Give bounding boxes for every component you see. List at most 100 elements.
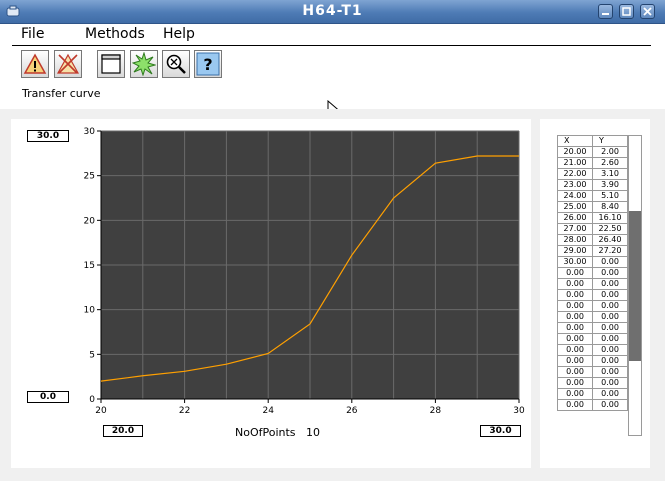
table-scrollbar[interactable] <box>628 135 642 436</box>
transfer-curve-chart[interactable]: 0 5 10 15 20 25 30 20 22 24 26 28 30 <box>60 125 530 425</box>
table-row[interactable]: 24.00 5.10 <box>557 190 628 202</box>
y-tick-label: 10 <box>84 306 96 316</box>
table-cell-y[interactable]: 0.00 <box>592 366 628 378</box>
table-cell-y[interactable]: 0.00 <box>592 344 628 356</box>
table-cell-x[interactable]: 0.00 <box>557 399 593 411</box>
table-cell-x[interactable]: 0.00 <box>557 388 593 400</box>
table-cell-x[interactable]: 0.00 <box>557 333 593 345</box>
table-row[interactable]: 0.00 0.00 <box>557 300 628 312</box>
minimize-button[interactable] <box>598 4 613 19</box>
table-cell-x[interactable]: 0.00 <box>557 322 593 334</box>
table-row[interactable]: 28.00 26.40 <box>557 234 628 246</box>
menu-file[interactable]: File <box>21 26 44 42</box>
table-row[interactable]: 0.00 0.00 <box>557 289 628 301</box>
table-row[interactable]: 27.00 22.50 <box>557 223 628 235</box>
menu-help[interactable]: Help <box>163 26 195 42</box>
table-scroll-thumb[interactable] <box>629 210 641 361</box>
table-cell-x[interactable]: 0.00 <box>557 267 593 279</box>
table-row[interactable]: 20.00 2.00 <box>557 146 628 158</box>
window-button[interactable] <box>97 50 125 78</box>
table-cell-y[interactable]: 0.00 <box>592 333 628 345</box>
close-button[interactable] <box>640 4 655 19</box>
x-axis-title-value: 10 <box>306 426 321 439</box>
table-cell-y[interactable]: 0.00 <box>592 377 628 389</box>
table-cell-x[interactable]: 23.00 <box>557 179 593 191</box>
table-cell-y[interactable]: 0.00 <box>592 355 628 367</box>
table-cell-y[interactable]: 26.40 <box>592 234 628 246</box>
table-cell-x[interactable]: 28.00 <box>557 234 593 246</box>
table-cell-y[interactable]: 3.10 <box>592 168 628 180</box>
table-row[interactable]: 0.00 0.00 <box>557 399 628 411</box>
table-cell-y[interactable]: 0.00 <box>592 289 628 301</box>
table-cell-y[interactable]: 0.00 <box>592 256 628 268</box>
x-tick-label: 20 <box>95 406 107 416</box>
table-cell-y[interactable]: 0.00 <box>592 311 628 323</box>
table-cell-x[interactable]: 27.00 <box>557 223 593 235</box>
clear-warning-button[interactable] <box>54 50 82 78</box>
table-row[interactable]: 0.00 0.00 <box>557 366 628 378</box>
table-cell-y[interactable]: 5.10 <box>592 190 628 202</box>
help-button[interactable]: ? <box>194 50 222 78</box>
y-tick-label: 30 <box>84 127 96 137</box>
table-cell-y[interactable]: 0.00 <box>592 399 628 411</box>
table-cell-x[interactable]: 0.00 <box>557 377 593 389</box>
x-max-field[interactable]: 30.0 <box>480 425 521 437</box>
table-cell-x[interactable]: 22.00 <box>557 168 593 180</box>
caption-label: Transfer curve <box>22 87 101 100</box>
y-tick-label: 20 <box>84 216 96 226</box>
table-cell-y[interactable]: 0.00 <box>592 388 628 400</box>
table-row[interactable]: 0.00 0.00 <box>557 267 628 279</box>
table-row[interactable]: 30.00 0.00 <box>557 256 628 268</box>
table-row[interactable]: 0.00 0.00 <box>557 278 628 290</box>
run-button[interactable] <box>130 50 158 78</box>
table-cell-x[interactable]: 0.00 <box>557 300 593 312</box>
table-row[interactable]: 0.00 0.00 <box>557 388 628 400</box>
table-cell-x[interactable]: 21.00 <box>557 157 593 169</box>
x-axis-title-text: NoOfPoints <box>235 426 296 439</box>
table-cell-y[interactable]: 0.00 <box>592 322 628 334</box>
table-cell-y[interactable]: 3.90 <box>592 179 628 191</box>
table-cell-y[interactable]: 0.00 <box>592 300 628 312</box>
table-cell-y[interactable]: 27.20 <box>592 245 628 257</box>
table-cell-x[interactable]: 0.00 <box>557 311 593 323</box>
table-row[interactable]: 0.00 0.00 <box>557 355 628 367</box>
table-row[interactable]: 0.00 0.00 <box>557 377 628 389</box>
table-cell-x[interactable]: 0.00 <box>557 366 593 378</box>
table-row[interactable]: 0.00 0.00 <box>557 344 628 356</box>
table-cell-x[interactable]: 0.00 <box>557 344 593 356</box>
table-cell-y[interactable]: 16.10 <box>592 212 628 224</box>
table-row[interactable]: 23.00 3.90 <box>557 179 628 191</box>
table-cell-x[interactable]: 0.00 <box>557 278 593 290</box>
table-cell-y[interactable]: 8.40 <box>592 201 628 213</box>
table-cell-y[interactable]: 2.00 <box>592 146 628 158</box>
warning-button[interactable] <box>21 50 49 78</box>
x-min-field[interactable]: 20.0 <box>103 425 143 437</box>
table-row[interactable]: 26.00 16.10 <box>557 212 628 224</box>
table-cell-x[interactable]: 30.00 <box>557 256 593 268</box>
table-row[interactable]: 0.00 0.00 <box>557 311 628 323</box>
table-cell-y[interactable]: 0.00 <box>592 267 628 279</box>
table-cell-y[interactable]: 0.00 <box>592 278 628 290</box>
zoom-button[interactable] <box>162 50 190 78</box>
table-cell-x[interactable]: 0.00 <box>557 355 593 367</box>
table-cell-x[interactable]: 25.00 <box>557 201 593 213</box>
table-cell-y[interactable]: 2.60 <box>592 157 628 169</box>
table-cell-x[interactable]: 24.00 <box>557 190 593 202</box>
maximize-button[interactable] <box>619 4 634 19</box>
table-row[interactable]: 25.00 8.40 <box>557 201 628 213</box>
x-tick-label: 30 <box>513 406 525 416</box>
menu-methods[interactable]: Methods <box>85 26 145 42</box>
table-row[interactable]: 22.00 3.10 <box>557 168 628 180</box>
table-cell-x[interactable]: 29.00 <box>557 245 593 257</box>
table-row[interactable]: 29.00 27.20 <box>557 245 628 257</box>
table-cell-x[interactable]: 20.00 <box>557 146 593 158</box>
table-cell-y[interactable]: 22.50 <box>592 223 628 235</box>
table-cell-x[interactable]: 0.00 <box>557 289 593 301</box>
title-bar[interactable]: H64-T1 <box>0 0 665 24</box>
table-cell-x[interactable]: 26.00 <box>557 212 593 224</box>
bottom-margin <box>0 468 665 481</box>
table-row[interactable]: 21.00 2.60 <box>557 157 628 169</box>
menu-bar: File Methods Help <box>0 24 665 46</box>
table-row[interactable]: 0.00 0.00 <box>557 333 628 345</box>
table-row[interactable]: 0.00 0.00 <box>557 322 628 334</box>
